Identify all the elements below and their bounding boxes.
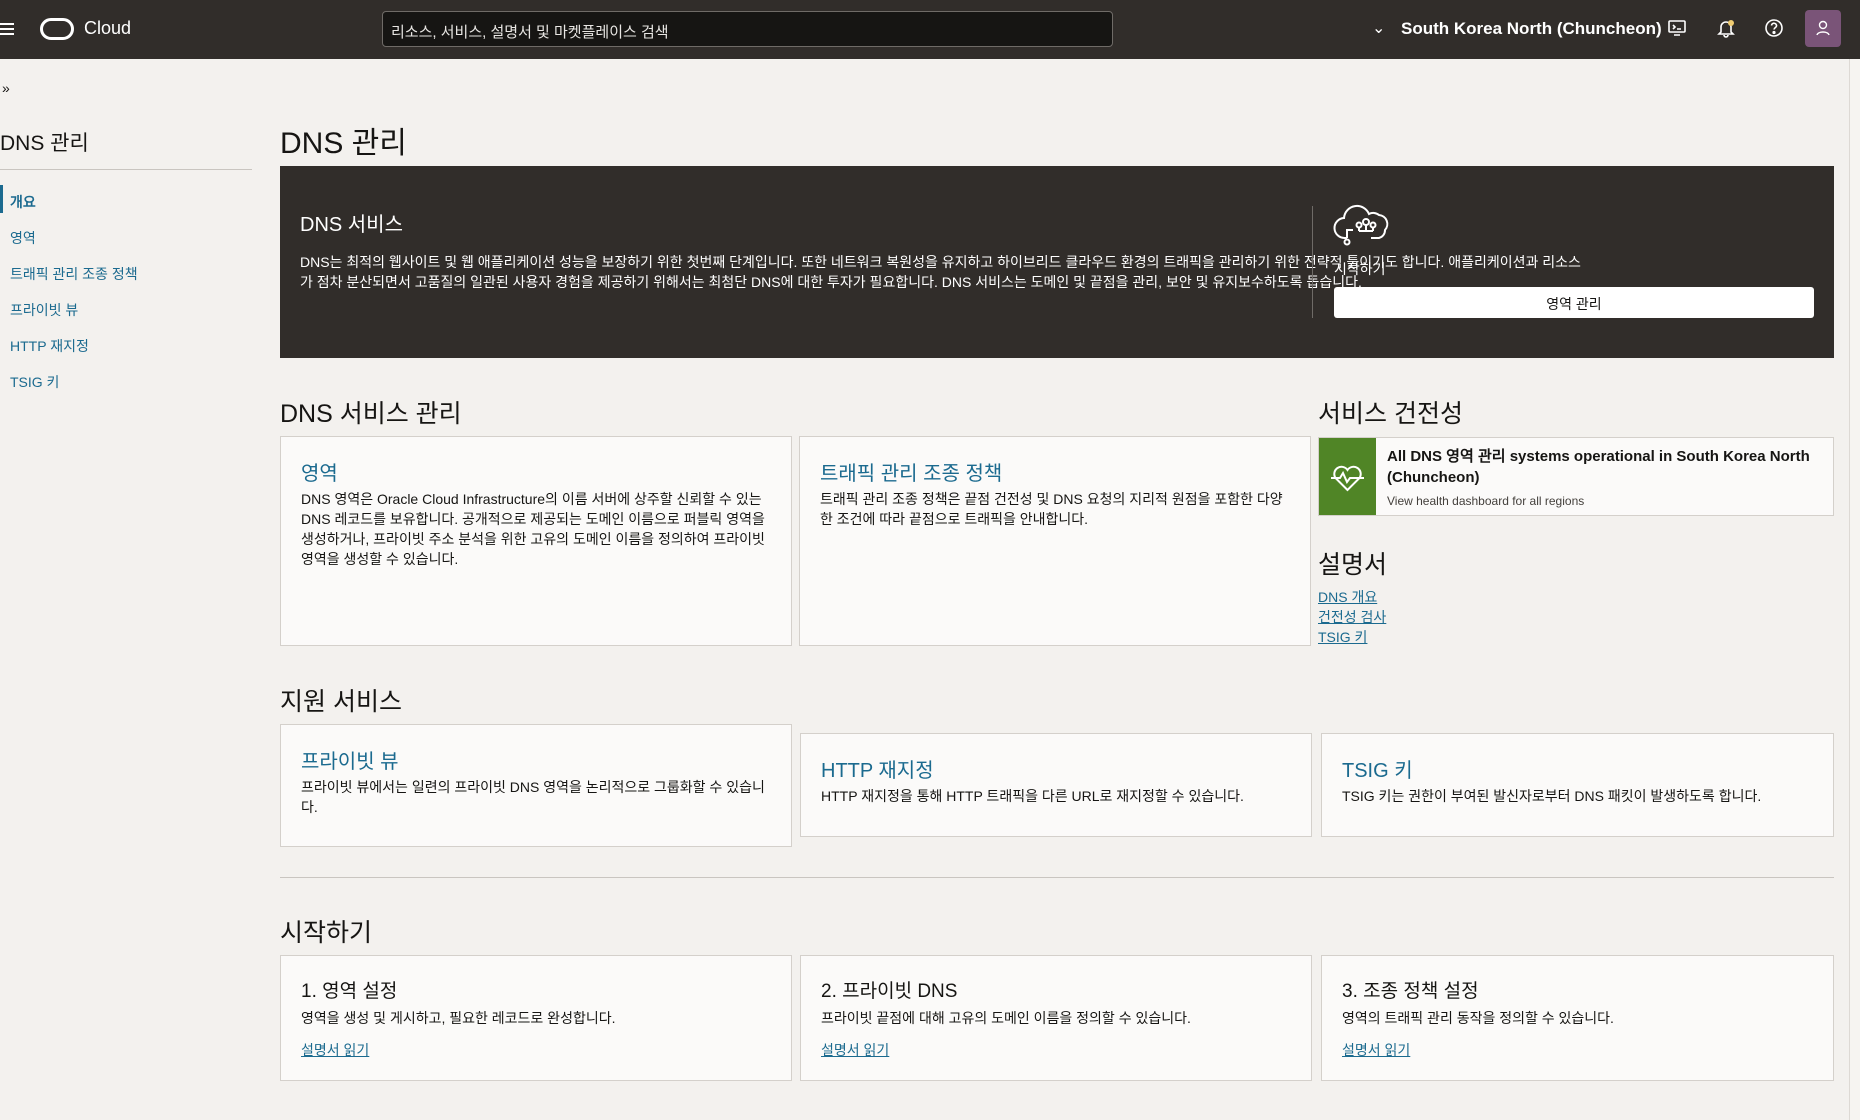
- active-indicator: [0, 185, 3, 213]
- zones-card-description: DNS 영역은 Oracle Cloud Infrastructure의 이름 …: [301, 491, 765, 567]
- sidebar-item-private-views[interactable]: 프라이빗 뷰: [10, 300, 78, 320]
- tsig-keys-card-description: TSIG 키는 권한이 부여된 발신자로부터 DNS 패킷이 발생하도록 합니다…: [1342, 788, 1762, 804]
- setup-zone-card-title: 1. 영역 설정: [301, 981, 398, 1002]
- user-avatar[interactable]: [1805, 10, 1841, 47]
- zones-card-title[interactable]: 영역: [301, 457, 338, 486]
- read-docs-link[interactable]: 설명서 읽기: [821, 1040, 889, 1060]
- dns-service-banner: DNS 서비스 DNS는 최적의 웹사이트 및 웹 애플리케이션 성능을 보장하…: [280, 166, 1834, 358]
- vertical-scrollbar[interactable]: [1849, 59, 1860, 1120]
- help-icon[interactable]: [1762, 18, 1786, 42]
- steering-policies-card[interactable]: 트래픽 관리 조종 정책 트래픽 관리 조종 정책은 끝점 건전성 및 DNS …: [799, 436, 1311, 646]
- steering-policies-card-description: 트래픽 관리 조종 정책은 끝점 건전성 및 DNS 요청의 지리적 원점을 포…: [820, 491, 1283, 527]
- private-views-card[interactable]: 프라이빗 뷰 프라이빗 뷰에서는 일련의 프라이빗 DNS 영역을 논리적으로 …: [280, 724, 792, 847]
- documentation-title: 설명서: [1318, 551, 1388, 579]
- manage-section-title: DNS 서비스 관리: [280, 400, 462, 428]
- region-selector[interactable]: South Korea North (Chuncheon): [1401, 19, 1662, 39]
- doc-link-health-checks[interactable]: 건전성 검사: [1318, 607, 1386, 627]
- oracle-logo-icon[interactable]: [40, 18, 74, 40]
- health-heart-icon: [1319, 438, 1376, 515]
- doc-link-tsig-keys[interactable]: TSIG 키: [1318, 627, 1367, 647]
- brand-label[interactable]: Cloud: [84, 18, 131, 39]
- page-title: DNS 관리: [280, 127, 407, 160]
- sidebar-item-tsig-keys[interactable]: TSIG 키: [10, 372, 59, 392]
- section-divider: [280, 877, 1834, 878]
- steering-policy-setup-card-title: 3. 조종 정책 설정: [1342, 981, 1479, 1002]
- read-docs-link[interactable]: 설명서 읽기: [301, 1040, 369, 1060]
- service-health-card: All DNS 영역 관리 systems operational in Sou…: [1318, 437, 1834, 516]
- read-docs-link[interactable]: 설명서 읽기: [1342, 1040, 1410, 1060]
- sidebar-title: DNS 관리: [0, 132, 89, 155]
- chevron-down-icon[interactable]: ⌄: [1372, 18, 1385, 38]
- steering-policies-card-title[interactable]: 트래픽 관리 조종 정책: [820, 457, 1002, 486]
- tsig-keys-card-title[interactable]: TSIG 키: [1342, 754, 1413, 783]
- health-status-text: All DNS 영역 관리 systems operational in Sou…: [1387, 448, 1810, 486]
- steering-policy-setup-card-description: 영역의 트래픽 관리 동작을 정의할 수 있습니다.: [1342, 1010, 1614, 1026]
- sidebar-item-overview[interactable]: 개요: [10, 192, 36, 212]
- http-redirects-card-title[interactable]: HTTP 재지정: [821, 754, 934, 783]
- menu-icon[interactable]: [0, 20, 14, 38]
- expand-sidebar-icon[interactable]: »: [2, 80, 10, 96]
- banner-title: DNS 서비스: [300, 214, 403, 236]
- zones-card[interactable]: 영역 DNS 영역은 Oracle Cloud Infrastructure의 …: [280, 436, 792, 646]
- sidebar-item-steering-policies[interactable]: 트래픽 관리 조종 정책: [10, 264, 138, 284]
- banner-divider: [1312, 206, 1313, 318]
- private-dns-card-title: 2. 프라이빗 DNS: [821, 981, 958, 1002]
- sidebar-divider: [0, 169, 252, 170]
- setup-zone-card: 1. 영역 설정 영역을 생성 및 게시하고, 필요한 레코드로 완성합니다. …: [280, 955, 792, 1081]
- banner-description: DNS는 최적의 웹사이트 및 웹 애플리케이션 성능을 보장하기 위한 첫번째…: [300, 254, 1581, 290]
- private-dns-card-description: 프라이빗 끝점에 대해 고유의 도메인 이름을 정의할 수 있습니다.: [821, 1010, 1191, 1026]
- health-dashboard-link[interactable]: View health dashboard for all regions: [1387, 494, 1584, 508]
- steering-policy-setup-card: 3. 조종 정책 설정 영역의 트래픽 관리 동작을 정의할 수 있습니다. 설…: [1321, 955, 1834, 1081]
- private-views-card-title[interactable]: 프라이빗 뷰: [301, 745, 399, 774]
- sidebar-item-http-redirects[interactable]: HTTP 재지정: [10, 336, 89, 356]
- http-redirects-card-description: HTTP 재지정을 통해 HTTP 트래픽을 다른 URL로 재지정할 수 있습…: [821, 788, 1244, 804]
- getting-started-title: 시작하기: [280, 919, 373, 947]
- search-input[interactable]: 리소스, 서비스, 설명서 및 마켓플레이스 검색: [382, 11, 1113, 47]
- doc-link-dns-overview[interactable]: DNS 개요: [1318, 587, 1377, 607]
- service-health-title: 서비스 건전성: [1318, 400, 1463, 428]
- private-views-card-description: 프라이빗 뷰에서는 일련의 프라이빗 DNS 영역을 논리적으로 그룹화할 수 …: [301, 779, 765, 815]
- manage-zones-button[interactable]: 영역 관리: [1334, 287, 1814, 318]
- tsig-keys-card[interactable]: TSIG 키 TSIG 키는 권한이 부여된 발신자로부터 DNS 패킷이 발생…: [1321, 733, 1834, 837]
- cloud-shell-icon[interactable]: [1665, 18, 1689, 42]
- support-section-title: 지원 서비스: [280, 688, 402, 716]
- private-dns-card: 2. 프라이빗 DNS 프라이빗 끝점에 대해 고유의 도메인 이름을 정의할 …: [800, 955, 1312, 1081]
- setup-zone-card-description: 영역을 생성 및 게시하고, 필요한 레코드로 완성합니다.: [301, 1010, 616, 1026]
- http-redirects-card[interactable]: HTTP 재지정 HTTP 재지정을 통해 HTTP 트래픽을 다른 URL로 …: [800, 733, 1312, 837]
- getting-started-label: 시작하기: [1334, 261, 1386, 277]
- bell-icon[interactable]: [1714, 18, 1738, 42]
- cloud-network-icon: [1333, 202, 1391, 257]
- sidebar-item-zones[interactable]: 영역: [10, 228, 36, 248]
- top-navigation-bar: Cloud 리소스, 서비스, 설명서 및 마켓플레이스 검색 ⌄ South …: [0, 0, 1860, 59]
